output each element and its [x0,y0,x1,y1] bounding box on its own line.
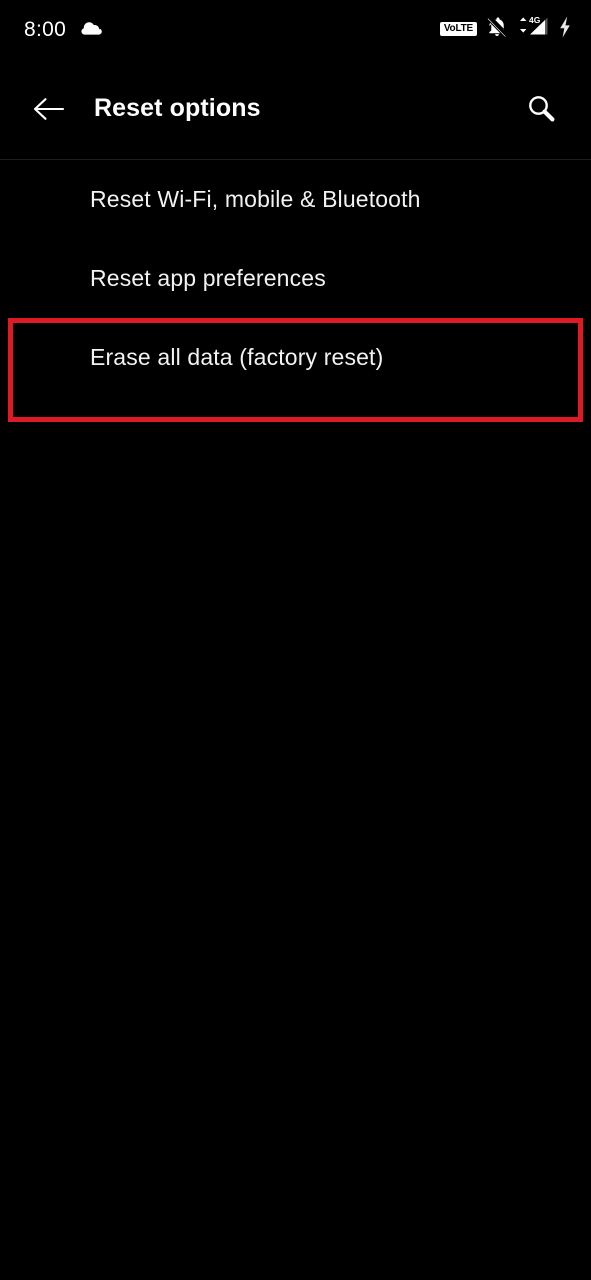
status-bar-left: 8:00 [24,19,104,40]
page-title: Reset options [94,94,261,122]
status-bar-clock: 8:00 [24,17,67,41]
app-bar: Reset options [0,58,591,159]
back-arrow-icon [33,97,65,120]
list-item-label: Erase all data (factory reset) [90,344,384,370]
battery-charging-icon [557,15,573,44]
cloud-icon [80,19,104,40]
status-bar-right: VoLTE 4G [439,15,573,44]
list-item-label: Reset app preferences [90,265,326,291]
search-button[interactable] [517,85,565,133]
list-item-reset-network[interactable]: Reset Wi-Fi, mobile & Bluetooth [0,160,591,239]
list-item-erase-all-data[interactable]: Erase all data (factory reset) [0,318,591,397]
reset-options-list: Reset Wi-Fi, mobile & Bluetooth Reset ap… [0,160,591,397]
back-button[interactable] [25,85,73,133]
mobile-signal-4g-icon: 4G [518,15,548,43]
list-item-label: Reset Wi-Fi, mobile & Bluetooth [90,186,421,212]
search-icon [529,95,555,121]
svg-text:4G: 4G [529,15,541,25]
notifications-off-icon [486,15,509,43]
volte-badge: VoLTE [439,21,477,37]
status-bar: 8:00 VoLTE 4G [0,0,591,58]
list-item-reset-app-preferences[interactable]: Reset app preferences [0,239,591,318]
